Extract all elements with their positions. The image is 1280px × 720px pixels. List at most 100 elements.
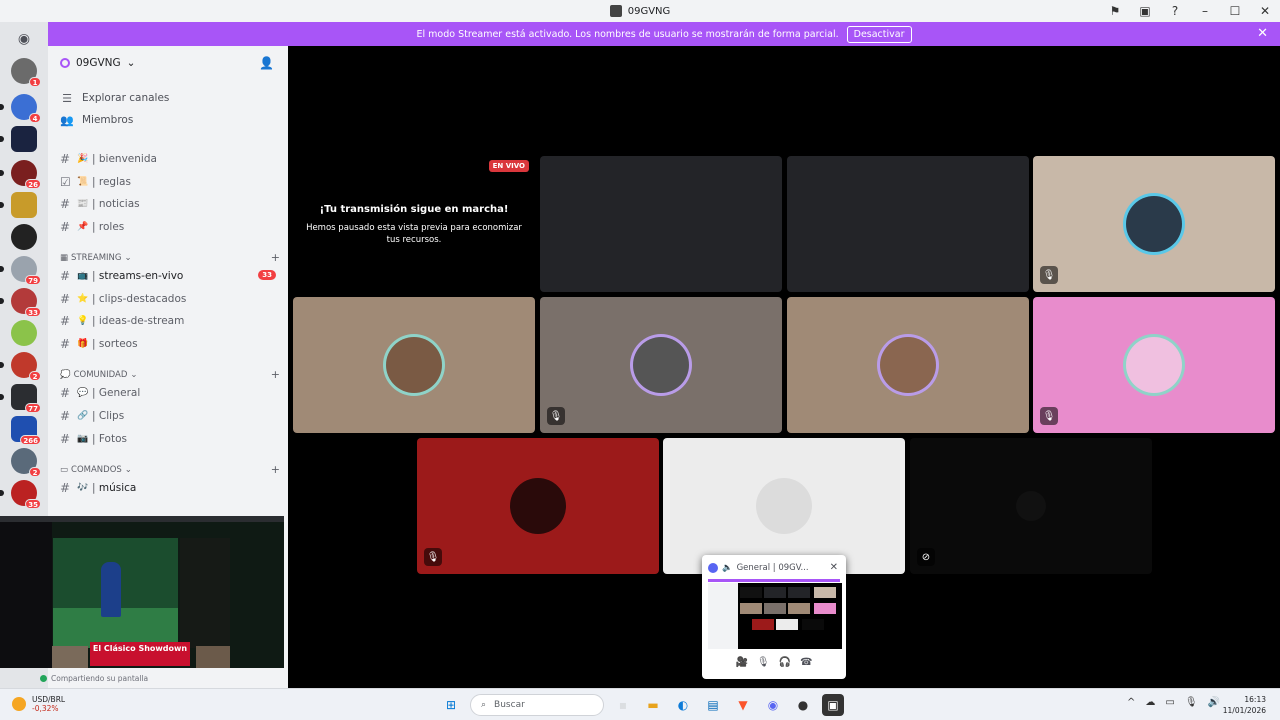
mic-muted-icon: 🎙 (1040, 407, 1058, 425)
cloud-icon[interactable]: ☁ (1145, 697, 1155, 708)
server-icon[interactable]: 77 (0, 384, 41, 413)
invite-user-icon[interactable]: 👤 (259, 56, 274, 70)
channel-clips[interactable]: # 🔗 | Clips (56, 406, 280, 426)
server-icon[interactable]: 4 (0, 94, 41, 123)
windows-start-icon[interactable]: ⊞ (440, 694, 462, 716)
camera-icon[interactable]: 🎥 (735, 657, 747, 671)
server-header[interactable]: 09GVNG ⌄ 👤 (48, 46, 288, 80)
channel-bienvenida[interactable]: # 🎉 | bienvenida (56, 149, 280, 169)
participant-tile[interactable] (540, 156, 782, 292)
channel-general[interactable]: # 💬 | General (56, 383, 280, 403)
streaming-app-icon[interactable]: ▣ (822, 694, 844, 716)
preview-video (53, 538, 178, 648)
chevron-up-icon[interactable]: ^ (1127, 697, 1135, 708)
category-icon: ▦ (60, 253, 69, 263)
avatar (1016, 491, 1046, 521)
mic-icon[interactable]: 🎙 (757, 657, 770, 671)
inbox-flag-icon[interactable]: ⚑ (1100, 4, 1130, 18)
channel-ideas-de-stream[interactable]: # 💡 | ideas-de-stream (56, 311, 280, 331)
github-icon[interactable]: ● (792, 694, 814, 716)
hash-icon: # (60, 337, 71, 351)
participant-tile[interactable] (663, 438, 905, 574)
maximize-button[interactable]: ☐ (1220, 4, 1250, 18)
close-icon[interactable]: ✕ (830, 562, 838, 573)
server-icon[interactable] (0, 126, 37, 152)
server-icon[interactable]: 79 (0, 256, 41, 285)
voice-popout-window[interactable]: 🔈 General | 09GV... ✕ 🎥 🎙 🎧 ☎ (702, 555, 846, 679)
avatar (633, 337, 689, 393)
popout-controls: 🎥 🎙 🎧 ☎ (702, 657, 846, 671)
participant-tile[interactable]: ⊘ (910, 438, 1152, 574)
server-avatar-icon (609, 5, 622, 17)
participant-tile[interactable] (293, 297, 535, 433)
participant-tile[interactable]: 🎙 (1033, 156, 1275, 292)
server-icon[interactable] (11, 320, 37, 346)
search-box[interactable]: ⌕ Buscar (470, 694, 604, 716)
preview-face-left (52, 646, 88, 668)
disconnect-icon[interactable]: ☎ (800, 657, 812, 671)
deactivate-button[interactable]: Desactivar (846, 25, 912, 43)
channel-roles[interactable]: # 📌 | roles (56, 217, 280, 237)
stream-paused-card[interactable]: EN VIVO ¡Tu transmisión sigue en marcha!… (293, 156, 535, 292)
store-icon[interactable]: ▤ (702, 694, 724, 716)
channel-noticias[interactable]: # 📰 | noticias (56, 194, 280, 214)
participant-tile[interactable]: 🎙 (1033, 297, 1275, 433)
server-icon[interactable]: 266 (11, 416, 41, 445)
channel-clips-destacados[interactable]: # ⭐ | clips-destacados (56, 289, 280, 309)
server-icon[interactable]: 2 (11, 448, 41, 477)
server-icon[interactable]: 33 (0, 288, 41, 317)
discord-home-icon[interactable]: ◉ (11, 26, 37, 52)
server-icon[interactable]: 26 (0, 160, 41, 189)
screen-share-preview[interactable]: El Clásico Showdown (0, 516, 284, 668)
participant-tile[interactable] (787, 156, 1029, 292)
category-streaming[interactable]: ▦ STREAMING ⌄ + (60, 251, 280, 265)
brave-icon[interactable]: ▼ (732, 694, 754, 716)
edge-icon[interactable]: ◐ (672, 694, 694, 716)
clock[interactable]: 16:13 11/01/2026 (1223, 694, 1266, 716)
widget-ticker[interactable]: USD/BRL -0,32% (12, 695, 65, 713)
hash-icon: # (60, 269, 71, 283)
network-icon[interactable]: ▭ (1165, 697, 1174, 708)
discord-taskbar-icon[interactable]: ◉ (762, 694, 784, 716)
system-tray: ^ ☁ ▭ 🎙 🔊 (1127, 697, 1220, 708)
mic-icon[interactable]: 🎙 (1185, 697, 1198, 708)
channel-musica[interactable]: # 🎶 | música (56, 478, 280, 498)
display-icon[interactable]: ▣ (1130, 4, 1160, 18)
close-button[interactable]: ✕ (1250, 4, 1280, 18)
server-icon[interactable]: 1 (11, 58, 41, 87)
help-icon[interactable]: ? (1160, 4, 1190, 18)
channel-streams-en-vivo[interactable]: # 📺 | streams-en-vivo 33 (56, 266, 280, 286)
add-channel-icon[interactable]: + (271, 368, 280, 381)
server-badge: 4 (29, 113, 41, 123)
minimize-button[interactable]: – (1190, 4, 1220, 18)
server-icon[interactable] (0, 192, 37, 218)
participant-tile[interactable]: 🎙 (417, 438, 659, 574)
chevron-down-icon: ⌄ (124, 253, 132, 263)
volume-icon[interactable]: 🔊 (1208, 697, 1220, 708)
hash-icon: # (60, 152, 71, 166)
popout-preview (708, 583, 842, 649)
server-icon[interactable] (11, 224, 37, 250)
mic-muted-icon: 🎙 (547, 407, 565, 425)
file-explorer-icon[interactable]: ▬ (642, 694, 664, 716)
avatar (756, 478, 812, 534)
server-icon[interactable]: 2 (0, 352, 41, 381)
chevron-down-icon: ⌄ (130, 370, 138, 380)
add-channel-icon[interactable]: + (271, 251, 280, 264)
channel-sorteos[interactable]: # 🎁 | sorteos (56, 334, 280, 354)
channel-reglas[interactable]: ☑ 📜 | reglas (56, 172, 280, 192)
task-view-icon[interactable]: ▪ (612, 694, 634, 716)
hash-icon: # (60, 292, 71, 306)
category-comunidad[interactable]: 💭 COMUNIDAD ⌄ + (60, 368, 280, 382)
participant-tile[interactable]: 🎙 (540, 297, 782, 433)
participant-tile[interactable] (787, 297, 1029, 433)
channel-fotos[interactable]: # 📷 | Fotos (56, 429, 280, 449)
weather-icon (12, 697, 26, 711)
close-icon[interactable]: ✕ (1257, 26, 1268, 41)
category-comandos[interactable]: ▭ COMANDOS ⌄ + (60, 463, 280, 477)
explore-channels[interactable]: ☰ Explorar canales (56, 88, 280, 108)
add-channel-icon[interactable]: + (271, 463, 280, 476)
server-icon[interactable]: 35 (0, 480, 41, 509)
headphones-icon[interactable]: 🎧 (779, 657, 791, 671)
members[interactable]: 👥 Miembros (56, 110, 280, 130)
